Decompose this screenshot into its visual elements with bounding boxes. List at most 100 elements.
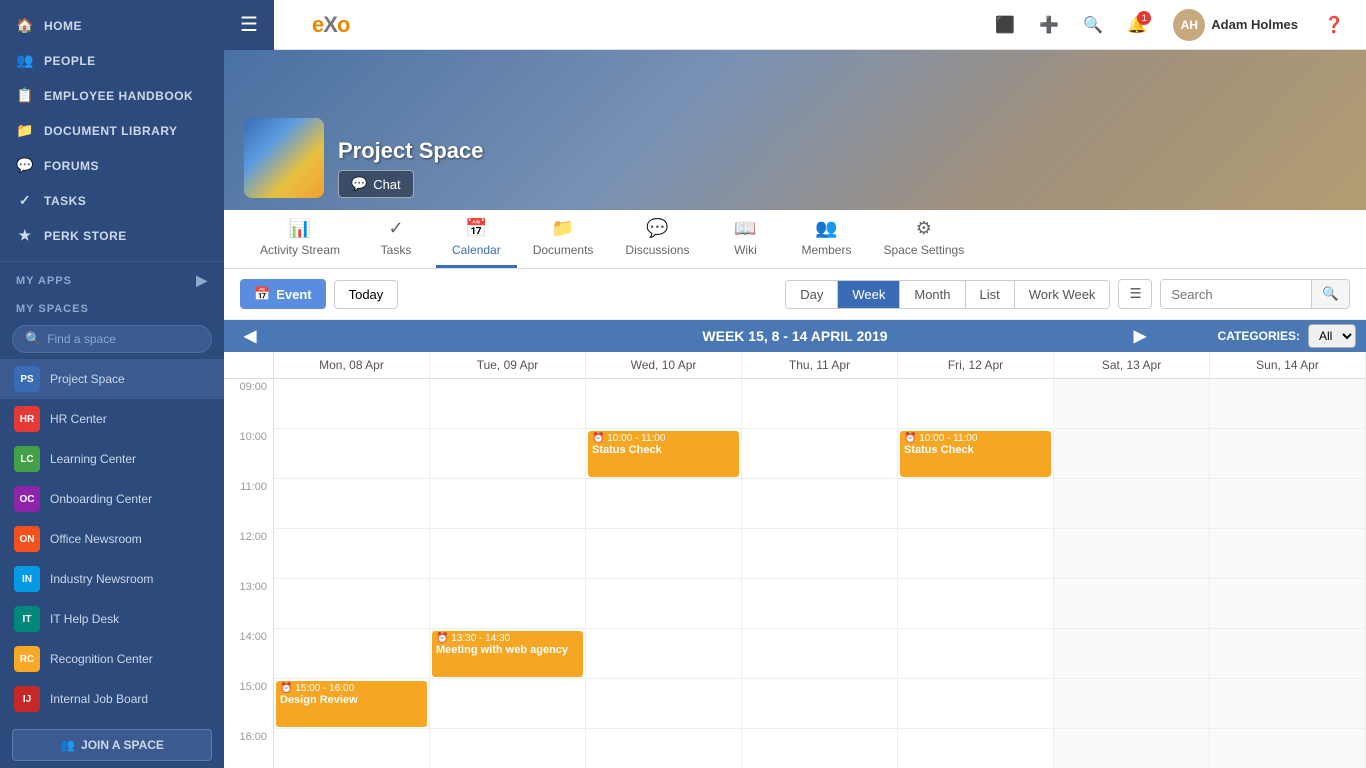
grid-cell-1-4[interactable]: ⏰ 10:00 - 11:00Status Check xyxy=(898,429,1054,479)
space-item-industry-newsroom[interactable]: IN Industry Newsroom xyxy=(0,559,224,599)
grid-cell-0-3[interactable] xyxy=(742,379,898,429)
grid-cell-3-5[interactable] xyxy=(1054,529,1210,579)
grid-cell-2-6[interactable] xyxy=(1210,479,1366,529)
grid-cell-6-2[interactable] xyxy=(586,679,742,729)
grid-cell-0-0[interactable] xyxy=(274,379,430,429)
grid-cell-2-1[interactable] xyxy=(430,479,586,529)
space-item-project-space[interactable]: PS Project Space xyxy=(0,359,224,399)
grid-cell-5-1[interactable]: ⏰ 13:30 - 14:30Meeting with web agency xyxy=(430,629,586,679)
grid-cell-6-4[interactable] xyxy=(898,679,1054,729)
grid-cell-7-3[interactable] xyxy=(742,729,898,768)
grid-cell-4-0[interactable] xyxy=(274,579,430,629)
grid-cell-2-2[interactable] xyxy=(586,479,742,529)
calendar-search-input[interactable] xyxy=(1161,281,1311,308)
grid-cell-3-0[interactable] xyxy=(274,529,430,579)
tab-wiki[interactable]: 📖 Wiki xyxy=(705,210,785,268)
grid-cell-3-6[interactable] xyxy=(1210,529,1366,579)
grid-cell-0-2[interactable] xyxy=(586,379,742,429)
grid-cell-4-1[interactable] xyxy=(430,579,586,629)
user-area[interactable]: AH Adam Holmes xyxy=(1165,5,1306,45)
tab-space-settings[interactable]: ⚙ Space Settings xyxy=(867,210,980,268)
grid-cell-4-6[interactable] xyxy=(1210,579,1366,629)
sidebar-item-perk-store[interactable]: ★ PERK STORE xyxy=(0,218,224,253)
space-item-learning-center[interactable]: LC Learning Center xyxy=(0,439,224,479)
sidebar-item-employee-handbook[interactable]: 📋 EMPLOYEE HANDBOOK xyxy=(0,78,224,113)
grid-cell-1-2[interactable]: ⏰ 10:00 - 11:00Status Check xyxy=(586,429,742,479)
grid-cell-7-6[interactable] xyxy=(1210,729,1366,768)
chat-button[interactable]: 💬 Chat xyxy=(338,170,414,198)
grid-cell-7-1[interactable] xyxy=(430,729,586,768)
grid-cell-6-3[interactable] xyxy=(742,679,898,729)
chat-icon-btn[interactable]: ⬛ xyxy=(989,9,1021,41)
hamburger-menu[interactable]: ☰ xyxy=(224,0,274,50)
tab-calendar[interactable]: 📅 Calendar xyxy=(436,210,517,268)
sidebar-item-document-library[interactable]: 📁 DOCUMENT LIBRARY xyxy=(0,113,224,148)
sidebar-item-forums[interactable]: 💬 FORUMS xyxy=(0,148,224,183)
today-button[interactable]: Today xyxy=(334,280,399,309)
grid-cell-5-3[interactable] xyxy=(742,629,898,679)
grid-cell-3-2[interactable] xyxy=(586,529,742,579)
add-icon-btn[interactable]: ➕ xyxy=(1033,9,1065,41)
grid-cell-7-4[interactable] xyxy=(898,729,1054,768)
grid-cell-0-4[interactable] xyxy=(898,379,1054,429)
sidebar-item-home[interactable]: 🏠 HOME xyxy=(0,8,224,43)
tab-documents[interactable]: 📁 Documents xyxy=(517,210,610,268)
view-list-button[interactable]: List xyxy=(966,281,1015,308)
view-work-week-button[interactable]: Work Week xyxy=(1015,281,1110,308)
view-month-button[interactable]: Month xyxy=(900,281,965,308)
filter-button[interactable]: ☰ xyxy=(1118,279,1152,309)
tab-members[interactable]: 👥 Members xyxy=(785,210,867,268)
grid-cell-7-5[interactable] xyxy=(1054,729,1210,768)
grid-cell-0-1[interactable] xyxy=(430,379,586,429)
join-space-button[interactable]: 👥 JOIN A SPACE xyxy=(12,729,212,761)
tab-tasks[interactable]: ✓ Tasks xyxy=(356,210,436,268)
grid-cell-6-5[interactable] xyxy=(1054,679,1210,729)
grid-cell-7-2[interactable] xyxy=(586,729,742,768)
next-week-arrow[interactable]: ▶ xyxy=(1124,322,1156,350)
search-icon-btn[interactable]: 🔍 xyxy=(1077,9,1109,41)
grid-cell-3-1[interactable] xyxy=(430,529,586,579)
notification-icon-btn[interactable]: 🔔 1 xyxy=(1121,9,1153,41)
calendar-grid-wrapper[interactable]: Mon, 08 Apr Tue, 09 Apr Wed, 10 Apr Thu,… xyxy=(224,352,1366,768)
categories-select[interactable]: All xyxy=(1308,324,1356,348)
grid-cell-5-6[interactable] xyxy=(1210,629,1366,679)
grid-cell-5-4[interactable] xyxy=(898,629,1054,679)
grid-cell-5-2[interactable] xyxy=(586,629,742,679)
prev-week-arrow[interactable]: ◀ xyxy=(234,322,266,350)
space-item-it-help-desk[interactable]: IT IT Help Desk xyxy=(0,599,224,639)
grid-cell-3-3[interactable] xyxy=(742,529,898,579)
space-item-onboarding-center[interactable]: OC Onboarding Center xyxy=(0,479,224,519)
grid-cell-6-1[interactable] xyxy=(430,679,586,729)
space-item-recognition-center[interactable]: RC Recognition Center xyxy=(0,639,224,679)
grid-cell-3-4[interactable] xyxy=(898,529,1054,579)
grid-cell-4-3[interactable] xyxy=(742,579,898,629)
sidebar-item-tasks[interactable]: ✓ TASKS xyxy=(0,183,224,218)
view-day-button[interactable]: Day xyxy=(786,281,838,308)
grid-cell-6-0[interactable]: ⏰ 15:00 - 16:00Design Review xyxy=(274,679,430,729)
find-space-search[interactable]: 🔍 xyxy=(12,325,212,353)
grid-cell-2-5[interactable] xyxy=(1054,479,1210,529)
add-event-button[interactable]: 📅 Event xyxy=(240,279,326,309)
grid-cell-2-0[interactable] xyxy=(274,479,430,529)
space-item-hr-center[interactable]: HR HR Center xyxy=(0,399,224,439)
tab-discussions[interactable]: 💬 Discussions xyxy=(609,210,705,268)
grid-cell-5-5[interactable] xyxy=(1054,629,1210,679)
calendar-event-design-review[interactable]: ⏰ 15:00 - 16:00Design Review xyxy=(276,681,427,727)
grid-cell-0-5[interactable] xyxy=(1054,379,1210,429)
view-week-button[interactable]: Week xyxy=(838,281,900,308)
grid-cell-4-4[interactable] xyxy=(898,579,1054,629)
grid-cell-1-0[interactable] xyxy=(274,429,430,479)
grid-cell-6-6[interactable] xyxy=(1210,679,1366,729)
help-icon-btn[interactable]: ❓ xyxy=(1318,9,1350,41)
tab-activity-stream[interactable]: 📊 Activity Stream xyxy=(244,210,356,268)
grid-cell-4-5[interactable] xyxy=(1054,579,1210,629)
calendar-event-meeting-web-agency[interactable]: ⏰ 13:30 - 14:30Meeting with web agency xyxy=(432,631,583,677)
space-item-office-newsroom[interactable]: ON Office Newsroom xyxy=(0,519,224,559)
my-apps-arrow[interactable]: ▶ xyxy=(196,272,208,289)
grid-cell-0-6[interactable] xyxy=(1210,379,1366,429)
calendar-event-status-check-fri[interactable]: ⏰ 10:00 - 11:00Status Check xyxy=(900,431,1051,477)
space-item-internal-job-board[interactable]: IJ Internal Job Board xyxy=(0,679,224,719)
grid-cell-1-1[interactable] xyxy=(430,429,586,479)
grid-cell-1-3[interactable] xyxy=(742,429,898,479)
grid-cell-1-5[interactable] xyxy=(1054,429,1210,479)
